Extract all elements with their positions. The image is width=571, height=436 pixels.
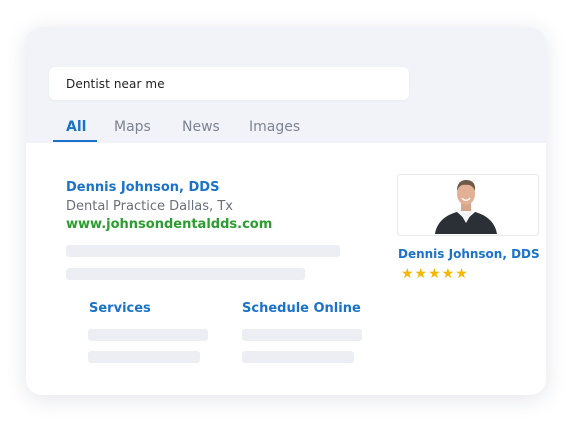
placeholder-line [66, 245, 340, 257]
search-query-text: Dentist near me [66, 76, 165, 91]
placeholder-line [242, 329, 362, 341]
tab-images[interactable]: Images [249, 119, 300, 135]
search-header: Dentist near me All Maps News Images [26, 27, 546, 143]
search-results-card: Dentist near me All Maps News Images Den… [26, 27, 546, 395]
result-title-link[interactable]: Dennis Johnson, DDS [66, 180, 219, 195]
placeholder-line [88, 351, 200, 363]
result-url-link[interactable]: www.johnsondentaldds.com [66, 217, 272, 232]
placeholder-line [66, 268, 305, 280]
profile-name[interactable]: Dennis Johnson, DDS [398, 247, 540, 261]
result-description: Dental Practice Dallas, Tx [66, 199, 233, 214]
avatar [431, 176, 501, 234]
tab-all[interactable]: All [66, 119, 86, 135]
star-rating: ★★★★★ [401, 266, 469, 282]
placeholder-line [242, 351, 354, 363]
tab-news[interactable]: News [182, 119, 220, 135]
sitelink-services[interactable]: Services [89, 301, 151, 316]
sitelink-schedule-online[interactable]: Schedule Online [242, 301, 361, 316]
active-tab-underline [53, 140, 97, 142]
search-input[interactable]: Dentist near me [49, 67, 409, 100]
profile-photo-frame[interactable] [397, 174, 539, 236]
tab-maps[interactable]: Maps [114, 119, 151, 135]
placeholder-line [88, 329, 208, 341]
